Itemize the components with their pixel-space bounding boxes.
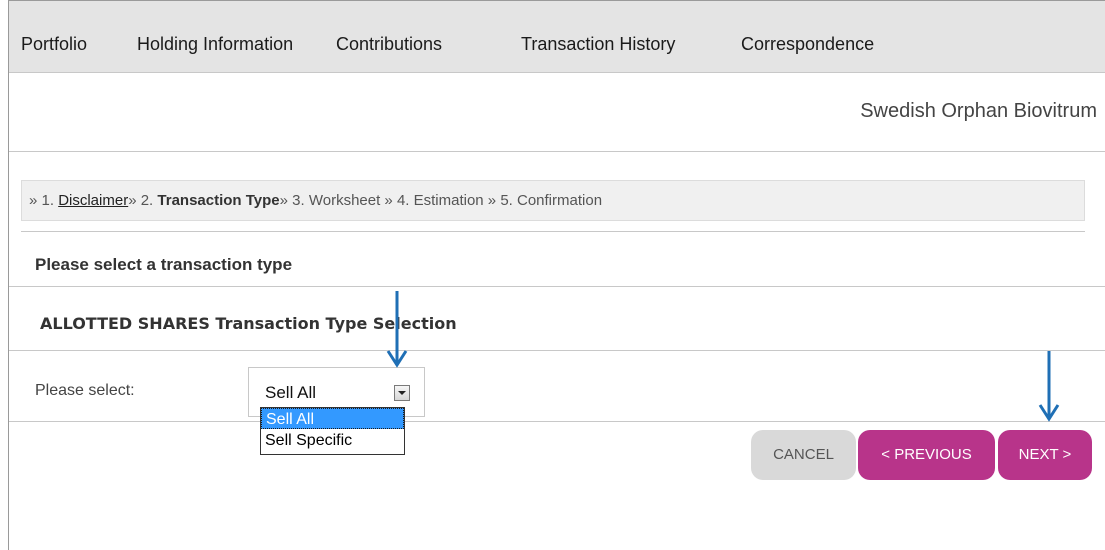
chevron-down-icon[interactable]	[394, 385, 410, 401]
cancel-button[interactable]: CANCEL	[751, 430, 856, 480]
annotation-arrow-icon	[1038, 351, 1060, 422]
nav-transaction-history[interactable]: Transaction History	[521, 34, 675, 55]
select-current-value: Sell All	[265, 383, 317, 402]
divider	[9, 151, 1105, 152]
step-prefix: » 2.	[128, 192, 158, 209]
top-nav: Portfolio Holding Information Contributi…	[9, 1, 1105, 73]
select-label: Please select:	[35, 382, 135, 399]
previous-button[interactable]: < PREVIOUS	[858, 430, 995, 480]
annotation-arrow-icon	[386, 291, 408, 368]
divider	[21, 231, 1085, 232]
nav-holding-information[interactable]: Holding Information	[137, 34, 293, 55]
divider	[9, 421, 1105, 422]
next-button[interactable]: NEXT >	[998, 430, 1092, 480]
nav-contributions[interactable]: Contributions	[336, 34, 442, 55]
nav-portfolio[interactable]: Portfolio	[21, 34, 87, 55]
wizard-breadcrumb: » 1. Disclaimer» 2. Transaction Type» 3.…	[21, 180, 1085, 221]
company-name: Swedish Orphan Biovitrum	[860, 100, 1097, 122]
select-dropdown-list: Sell All Sell Specific	[260, 407, 405, 455]
option-sell-specific[interactable]: Sell Specific	[261, 430, 404, 451]
step-prefix: » 1.	[29, 192, 59, 209]
step-transaction-type: Transaction Type	[157, 192, 280, 209]
app-frame: Portfolio Holding Information Contributi…	[8, 0, 1105, 550]
section-title: Please select a transaction type	[35, 255, 293, 274]
step-disclaimer-link[interactable]: Disclaimer	[58, 192, 128, 209]
nav-correspondence[interactable]: Correspondence	[741, 34, 874, 55]
divider	[9, 286, 1105, 287]
step-remaining: » 3. Worksheet » 4. Estimation » 5. Conf…	[279, 192, 603, 209]
option-sell-all[interactable]: Sell All	[261, 408, 404, 429]
divider	[9, 350, 1105, 351]
